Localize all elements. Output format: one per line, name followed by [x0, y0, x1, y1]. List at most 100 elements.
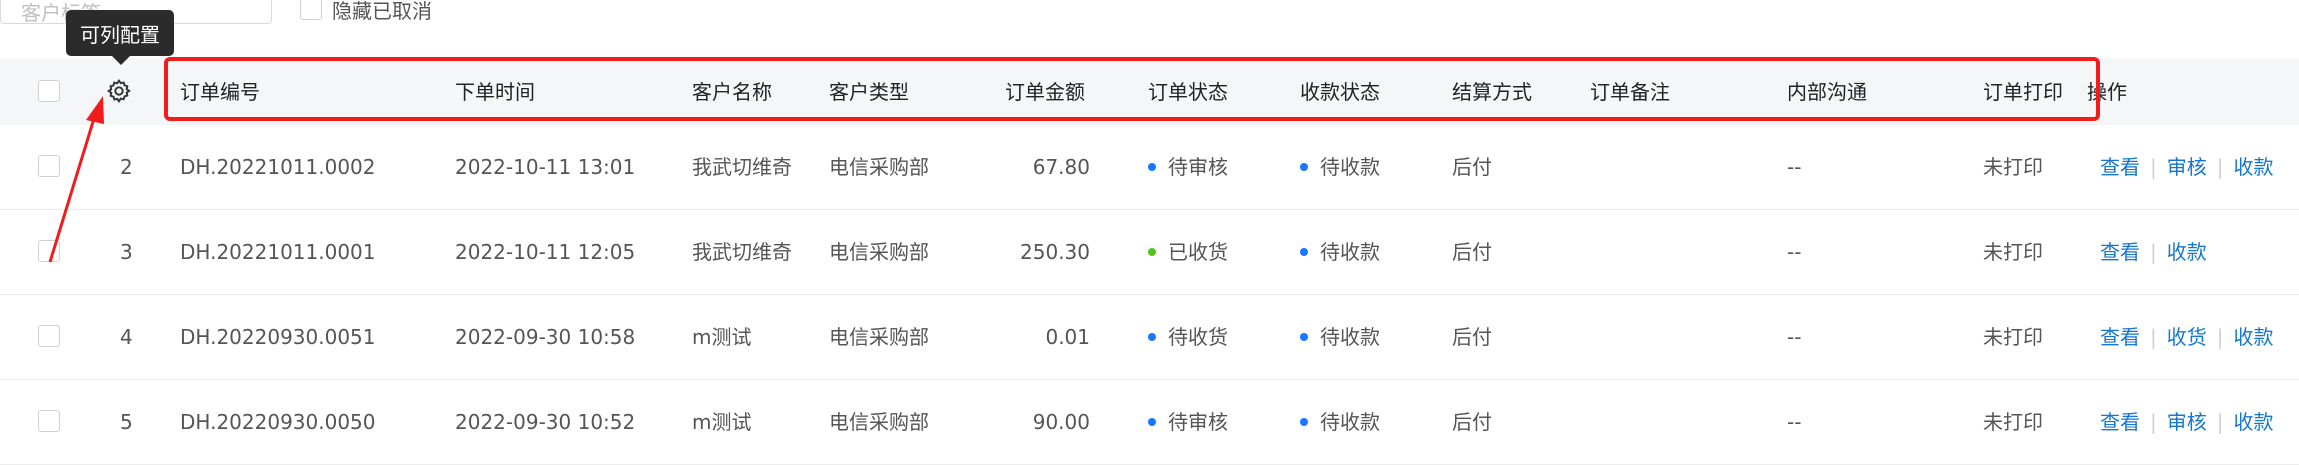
action-separator: | [2216, 155, 2224, 179]
action-link[interactable]: 收款 [2167, 240, 2207, 264]
action-separator: | [2150, 410, 2157, 434]
order-no: DH.20220930.0050 [180, 410, 376, 434]
order-time: 2022-10-11 12:05 [455, 240, 636, 264]
order-status: 待收货 [1148, 327, 1228, 347]
internal-note: -- [1787, 155, 1802, 179]
action-link[interactable]: 收款 [2234, 325, 2274, 349]
order-status-text: 待审核 [1168, 155, 1228, 179]
action-link[interactable]: 查看 [2100, 155, 2140, 179]
select-all-checkbox[interactable] [38, 80, 60, 102]
row-index: 5 [120, 410, 133, 434]
order-time: 2022-10-11 13:01 [455, 155, 636, 179]
action-link[interactable]: 查看 [2100, 410, 2140, 434]
action-link[interactable]: 审核 [2167, 410, 2207, 434]
row-actions: 查看 | 审核 | 收款 [2100, 412, 2274, 432]
col-header-order-print[interactable]: 订单打印 [1983, 82, 2063, 102]
col-header-internal-note[interactable]: 内部沟通 [1787, 82, 1867, 102]
row-checkbox[interactable] [38, 240, 60, 262]
order-amount: 90.00 [1032, 410, 1090, 434]
order-status: 待审核 [1148, 157, 1228, 177]
payment-status-text: 待收款 [1320, 240, 1380, 264]
settlement-method: 后付 [1452, 410, 1492, 434]
action-link[interactable]: 收款 [2234, 155, 2274, 179]
table-row: 3 DH.20221011.0001 2022-10-11 12:05 我武切维奇 电信… [0, 210, 2299, 295]
print-status: 未打印 [1983, 240, 2043, 264]
customer-name: m测试 [692, 410, 752, 434]
col-header-order-no[interactable]: 订单编号 [180, 82, 260, 102]
status-dot-icon [1300, 332, 1308, 341]
hide-cancelled-label: 隐藏已取消 [332, 0, 432, 23]
action-separator: | [2216, 325, 2224, 349]
order-amount: 67.80 [1032, 155, 1090, 179]
col-header-payment-status[interactable]: 收款状态 [1300, 82, 1380, 102]
row-index: 4 [120, 325, 133, 349]
column-config-tooltip: 可列配置 [66, 10, 174, 65]
order-status-text: 待审核 [1168, 410, 1228, 434]
filter-bar: ··· 隐藏已取消 [0, 0, 2299, 40]
status-dot-icon [1148, 247, 1156, 256]
col-header-settlement[interactable]: 结算方式 [1452, 82, 1532, 102]
order-no: DH.20220930.0051 [180, 325, 376, 349]
settlement-method: 后付 [1452, 325, 1492, 349]
row-actions: 查看 | 收货 | 收款 [2100, 327, 2274, 347]
payment-status-text: 待收款 [1320, 155, 1380, 179]
print-status: 未打印 [1983, 155, 2043, 179]
row-checkbox[interactable] [38, 155, 60, 177]
customer-type: 电信采购部 [829, 240, 929, 264]
col-header-customer-type[interactable]: 客户类型 [829, 82, 909, 102]
status-dot-icon [1148, 162, 1156, 171]
row-actions: 查看 | 收款 [2100, 242, 2207, 262]
action-link[interactable]: 收货 [2167, 325, 2207, 349]
action-separator: | [2216, 410, 2224, 434]
customer-name: m测试 [692, 325, 752, 349]
order-status: 已收货 [1148, 242, 1228, 262]
col-header-order-remark[interactable]: 订单备注 [1590, 82, 1670, 102]
status-dot-icon [1148, 417, 1156, 426]
print-status: 未打印 [1983, 325, 2043, 349]
customer-type: 电信采购部 [829, 155, 929, 179]
status-dot-icon [1300, 247, 1308, 256]
order-amount: 250.30 [1020, 240, 1090, 264]
row-index: 2 [120, 155, 133, 179]
payment-status: 待收款 [1300, 157, 1380, 177]
order-time: 2022-09-30 10:52 [455, 410, 636, 434]
customer-type: 电信采购部 [829, 410, 929, 434]
order-time: 2022-09-30 10:58 [455, 325, 636, 349]
action-link[interactable]: 查看 [2100, 240, 2140, 264]
status-dot-icon [1148, 332, 1156, 341]
hide-cancelled-checkbox[interactable] [300, 0, 322, 20]
action-link[interactable]: 审核 [2167, 155, 2207, 179]
table-row: 5 DH.20220930.0050 2022-09-30 10:52 m测试 电信采购… [0, 380, 2299, 465]
order-amount: 0.01 [1045, 325, 1090, 349]
order-status-text: 待收货 [1168, 325, 1228, 349]
table-row: 4 DH.20220930.0051 2022-09-30 10:58 m测试 电信采购… [0, 295, 2299, 380]
row-actions: 查看 | 审核 | 收款 [2100, 157, 2274, 177]
col-header-customer-name[interactable]: 客户名称 [692, 82, 772, 102]
row-checkbox[interactable] [38, 410, 60, 432]
action-separator: | [2150, 155, 2157, 179]
order-no: DH.20221011.0001 [180, 240, 376, 264]
action-link[interactable]: 收款 [2234, 410, 2274, 434]
settlement-method: 后付 [1452, 155, 1492, 179]
payment-status-text: 待收款 [1320, 325, 1380, 349]
row-checkbox[interactable] [38, 325, 60, 347]
table-header: 订单编号 下单时间 客户名称 客户类型 订单金额 订单状态 收款状态 结算方式 … [0, 58, 2299, 125]
col-header-order-amount[interactable]: 订单金额 [1005, 82, 1085, 102]
status-dot-icon [1300, 417, 1308, 426]
action-link[interactable]: 查看 [2100, 325, 2140, 349]
print-status: 未打印 [1983, 410, 2043, 434]
order-status-text: 已收货 [1168, 240, 1228, 264]
table-row: 2 DH.20221011.0002 2022-10-11 13:01 我武切维奇 电信… [0, 125, 2299, 210]
col-header-order-time[interactable]: 下单时间 [455, 82, 535, 102]
customer-type: 电信采购部 [829, 325, 929, 349]
payment-status: 待收款 [1300, 412, 1380, 432]
col-header-order-status[interactable]: 订单状态 [1148, 82, 1228, 102]
hide-cancelled-toggle[interactable]: 隐藏已取消 [300, 0, 432, 24]
settlement-method: 后付 [1452, 240, 1492, 264]
internal-note: -- [1787, 410, 1802, 434]
payment-status-text: 待收款 [1320, 410, 1380, 434]
col-header-actions: 操作 [2087, 80, 2127, 104]
gear-icon[interactable] [106, 78, 132, 104]
internal-note: -- [1787, 240, 1802, 264]
customer-name: 我武切维奇 [692, 240, 792, 264]
